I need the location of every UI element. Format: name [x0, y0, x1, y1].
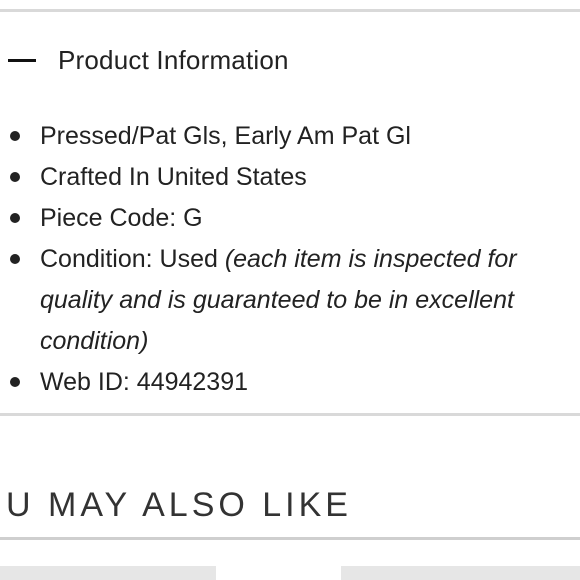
list-item: Web ID: 44942391	[0, 362, 575, 403]
recommendations-heading: U MAY ALSO LIKE	[6, 486, 352, 524]
detail-text: Web ID: 44942391	[40, 368, 249, 396]
section-divider	[0, 413, 580, 416]
product-details-list: Pressed/Pat Gls, Early Am Pat Gl Crafted…	[0, 116, 575, 403]
minus-icon[interactable]	[8, 58, 36, 62]
top-divider	[0, 9, 580, 12]
detail-text: Condition: Used	[40, 245, 225, 273]
list-item: Piece Code: G	[0, 198, 575, 239]
list-item: Condition: Used (each item is inspected …	[0, 239, 575, 362]
recommended-product-card[interactable]	[0, 566, 216, 580]
detail-text: Pressed/Pat Gls, Early Am Pat Gl	[40, 122, 411, 150]
bullet-icon	[10, 254, 20, 264]
product-detail-page: Product Information Pressed/Pat Gls, Ear…	[0, 0, 580, 580]
bullet-icon	[10, 131, 20, 141]
recommended-product-card[interactable]	[341, 566, 580, 580]
bullet-icon	[10, 172, 20, 182]
bullet-icon	[10, 213, 20, 223]
product-information-toggle[interactable]: Product Information	[0, 38, 580, 82]
heading-divider	[0, 537, 580, 540]
detail-text: Piece Code: G	[40, 204, 203, 232]
accordion-title: Product Information	[58, 44, 289, 75]
list-item: Crafted In United States	[0, 157, 575, 198]
detail-text: Crafted In United States	[40, 163, 307, 191]
bullet-icon	[10, 377, 20, 387]
list-item: Pressed/Pat Gls, Early Am Pat Gl	[0, 116, 575, 157]
